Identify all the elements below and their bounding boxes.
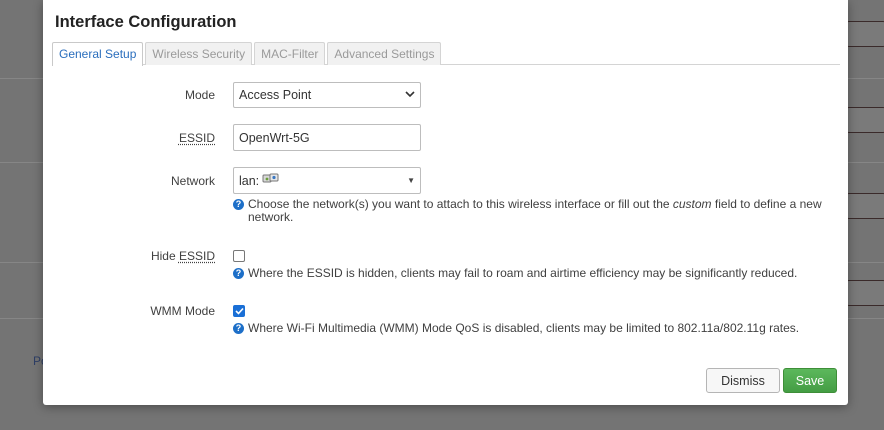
- hide-essid-help-text: Where the ESSID is hidden, clients may f…: [248, 266, 798, 280]
- help-circle-icon: ?: [233, 323, 244, 334]
- hide-essid-help: ? Where the ESSID is hidden, clients may…: [233, 267, 838, 280]
- tab-mac-filter[interactable]: MAC-Filter: [254, 42, 326, 65]
- mode-label: Mode: [184, 88, 215, 102]
- tab-bar: General Setup Wireless Security MAC-Filt…: [52, 42, 840, 66]
- wmm-mode-label: WMM Mode: [150, 304, 215, 318]
- network-row: Network lan: ▼ ? Choose the network(s) y…: [43, 167, 848, 227]
- hide-essid-row: Hide ESSID ? Where the ESSID is hidden, …: [43, 249, 848, 283]
- modal-title: Interface Configuration: [55, 13, 237, 31]
- save-button[interactable]: Save: [783, 368, 837, 393]
- wmm-mode-help: ? Where Wi-Fi Multimedia (WMM) Mode QoS …: [233, 322, 838, 335]
- mode-row: Mode Access Point: [43, 82, 848, 109]
- tab-general-setup[interactable]: General Setup: [52, 42, 144, 66]
- wmm-mode-help-text: Where Wi-Fi Multimedia (WMM) Mode QoS is…: [248, 321, 800, 335]
- background-button: [846, 193, 884, 219]
- wmm-mode-checkbox[interactable]: [233, 305, 245, 317]
- dismiss-button[interactable]: Dismiss: [706, 368, 780, 393]
- network-label: Network: [170, 174, 215, 188]
- dropdown-caret-icon: ▼: [407, 176, 415, 185]
- help-circle-icon: ?: [233, 268, 244, 279]
- essid-input[interactable]: [233, 124, 421, 151]
- essid-row: ESSID: [43, 124, 848, 151]
- mode-select-value: Access Point: [239, 88, 312, 102]
- background-button: [846, 107, 884, 133]
- hide-essid-checkbox[interactable]: [233, 250, 245, 262]
- tab-wireless-security[interactable]: Wireless Security: [145, 42, 253, 65]
- network-select[interactable]: lan: ▼: [233, 167, 421, 194]
- network-help: ? Choose the network(s) you want to atta…: [233, 198, 838, 224]
- checkmark-icon: [234, 304, 244, 318]
- background-button: [846, 280, 884, 306]
- tab-advanced-settings[interactable]: Advanced Settings: [327, 42, 442, 65]
- wmm-mode-row: WMM Mode ? Where Wi-Fi Multimedia (WMM) …: [43, 304, 848, 338]
- interface-configuration-modal: Interface Configuration General Setup Wi…: [43, 0, 848, 405]
- network-value: lan:: [239, 173, 260, 188]
- help-circle-icon: ?: [233, 199, 244, 210]
- mode-select[interactable]: Access Point: [233, 82, 421, 108]
- essid-label: ESSID: [178, 131, 215, 145]
- chevron-down-icon: [405, 90, 415, 101]
- hide-essid-label: Hide ESSID: [150, 249, 215, 263]
- network-help-text: Choose the network(s) you want to attach…: [248, 197, 822, 224]
- network-interface-icon: [262, 172, 280, 189]
- background-button: [846, 21, 884, 47]
